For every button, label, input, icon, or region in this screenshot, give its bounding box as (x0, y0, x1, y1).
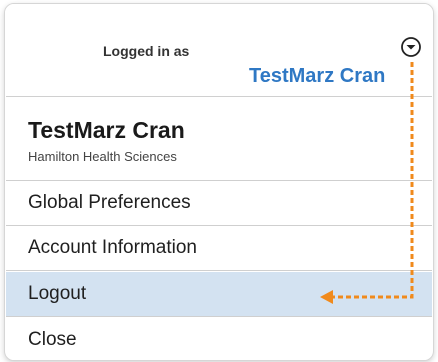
menu-item-label: Close (28, 329, 77, 350)
menu-item-logout[interactable]: Logout (6, 272, 432, 317)
menu-item-label: Logout (28, 283, 87, 304)
menu-item-global-preferences[interactable]: Global Preferences (6, 181, 432, 226)
menu-user-organization: Hamilton Health Sciences (28, 149, 177, 164)
menu-item-close[interactable]: Close (6, 318, 432, 360)
account-header: Logged in as TestMarz Cran (5, 4, 433, 96)
user-dropdown-menu: TestMarz Cran Hamilton Health Sciences G… (6, 96, 432, 360)
logged-in-label: Logged in as (103, 43, 190, 59)
menu-user-info: TestMarz Cran Hamilton Health Sciences (6, 97, 432, 181)
chevron-down-circle-icon[interactable] (400, 36, 422, 58)
header-user-name: TestMarz Cran (249, 65, 386, 87)
menu-item-account-information[interactable]: Account Information (6, 226, 432, 271)
menu-item-label: Account Information (28, 237, 197, 258)
user-menu-panel: Logged in as TestMarz Cran TestMarz Cran… (4, 3, 434, 361)
menu-user-name: TestMarz Cran (28, 117, 185, 143)
menu-item-label: Global Preferences (28, 192, 191, 213)
